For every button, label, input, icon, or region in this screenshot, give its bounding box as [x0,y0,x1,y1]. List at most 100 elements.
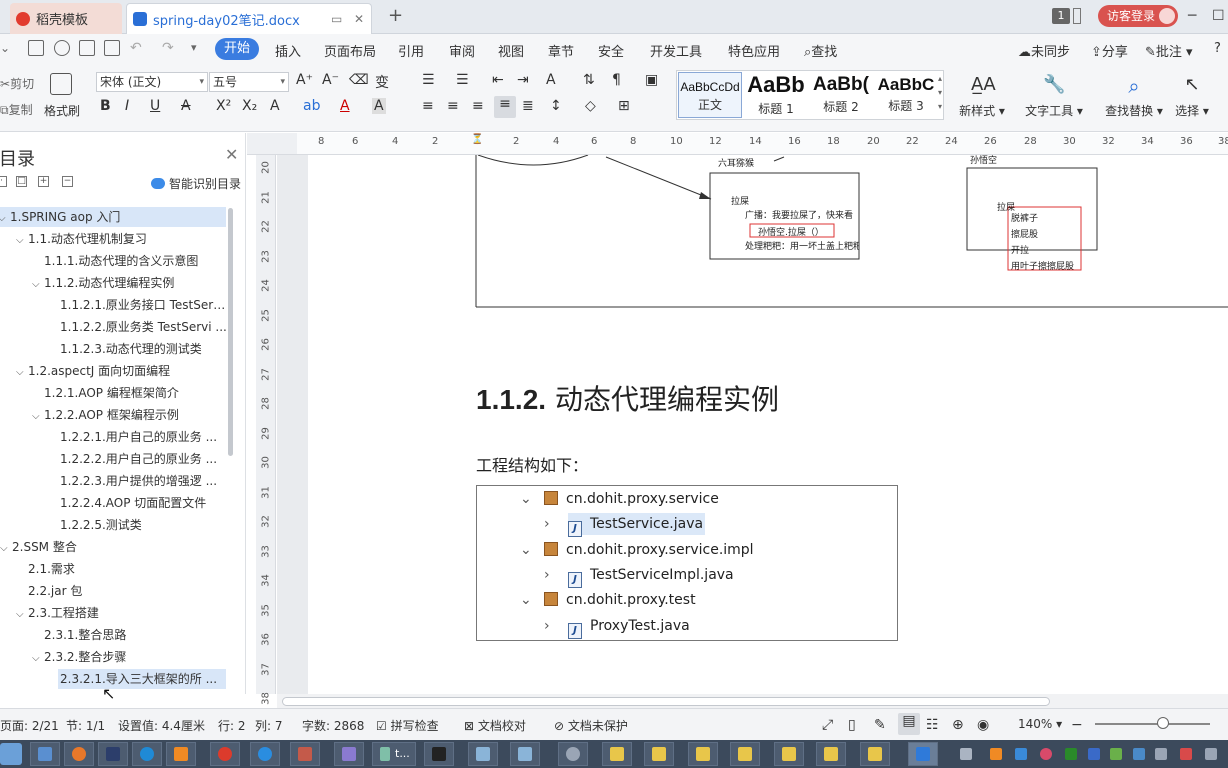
borders-icon[interactable]: ⊞ [618,98,630,114]
text-effect-icon[interactable]: A [270,98,280,114]
toc-item[interactable]: 1.1.2.3.动态代理的测试类 [60,339,228,359]
bluetooth-icon[interactable] [1088,748,1100,760]
proofread-button[interactable]: ⊠ 文档校对 [464,717,526,734]
page-view-icon[interactable]: ▤ [898,713,920,735]
font-size-select[interactable]: 五号 ▾ [209,72,289,92]
toc-item[interactable]: ⌵ 2.3.2.整合步骤 [32,647,228,667]
taskbar-chrome[interactable] [210,742,240,766]
maximize-icon[interactable]: ☐ [1212,8,1225,24]
toc-item[interactable]: ⌵ 1.2.2.AOP 框架编程示例 [32,405,228,425]
toc-item[interactable]: 1.2.2.5.测试类 [60,515,228,535]
sync-status[interactable]: ☁未同步 [1018,41,1070,60]
smart-toc-button[interactable]: 智能识别目录 [151,175,241,192]
chinese-layout-icon[interactable]: A [546,72,556,88]
toc-item[interactable]: ⌵ 1.1.2.动态代理编程实例 [32,273,228,293]
grow-font-icon[interactable]: A⁺ [296,72,313,88]
taskbar-app[interactable] [166,742,196,766]
tray-pink-icon[interactable] [1040,748,1052,760]
help-icon[interactable]: ? [1214,41,1221,56]
strikethrough-icon[interactable]: A [181,98,191,114]
taskbar-folder[interactable] [816,742,846,766]
toc-up-icon[interactable]: □ [16,176,27,187]
taskbar-web[interactable] [468,742,498,766]
web-view-icon[interactable]: ⊕ [952,717,964,733]
expand-icon[interactable]: + [38,176,49,187]
text-box-icon[interactable]: ▣ [645,72,658,88]
print-icon[interactable] [79,40,95,56]
format-painter-label[interactable]: 格式刷 [44,102,80,119]
new-style-button[interactable]: A̲A 新样式 ▾ [957,74,1007,119]
toc-item[interactable]: 1.1.2.1.原业务接口 TestSer ... [60,295,228,315]
tray-v-icon[interactable] [1065,748,1077,760]
read-mode-icon[interactable]: ▯ [848,717,856,733]
taskbar-eclipse[interactable] [98,742,128,766]
chevron-down-icon[interactable]: ⌵ [16,363,28,381]
align-center-icon[interactable]: ≡ [447,98,459,114]
taskbar-folder[interactable] [644,742,674,766]
tray-app-icon[interactable] [990,748,1002,760]
menu-reference[interactable]: 引用 [398,41,424,60]
font-color-icon[interactable]: A [340,98,350,114]
menu-developer[interactable]: 开发工具 [650,41,702,60]
line-spacing-icon[interactable]: ↕ [550,98,562,114]
taskbar-t[interactable]: t... [372,742,416,766]
decrease-indent-icon[interactable]: ⇤ [492,72,504,88]
toc-item[interactable]: ⌵1.SPRING aop 入门 [0,207,226,227]
toc-item[interactable]: 2.3.2.1.导入三大框架的所 ... [58,669,226,689]
shrink-font-icon[interactable]: A⁻ [322,72,339,88]
menu-review[interactable]: 审阅 [449,41,475,60]
style-heading-1[interactable]: AaBb 标题 1 [746,72,806,118]
menu-security[interactable]: 安全 [598,41,624,60]
toc-item[interactable]: 1.1.2.2.原业务类 TestServi ... [60,317,228,337]
shading-icon[interactable]: ◇ [585,98,596,114]
toc-item[interactable]: 1.2.2.4.AOP 切面配置文件 [60,493,228,513]
indent-marker-icon[interactable]: ⏳ [471,134,483,145]
taskbar-cmd[interactable] [424,742,454,766]
zoom-slider-thumb[interactable] [1156,717,1169,729]
menu-features[interactable]: 特色应用 [728,41,780,60]
tab-document[interactable]: spring-day02笔记.docx ▭ ✕ [126,3,372,34]
collapse-icon[interactable]: − [62,176,73,187]
chevron-down-icon[interactable]: ⌵ [16,231,28,249]
toc-item[interactable]: 2.2.jar 包 [28,581,228,601]
restore-tab-icon[interactable]: ▭ [331,12,342,26]
select-button[interactable]: ↖ 选择 ▾ [1172,74,1212,119]
toc-item[interactable]: 2.3.1.整合思路 [44,625,228,645]
toc-item[interactable]: ⌵ 1.2.aspectJ 面向切面编程 [16,361,228,381]
guest-login-button[interactable]: 访客登录 [1098,5,1178,27]
network-icon[interactable] [1155,748,1167,760]
toc-item[interactable]: 1.1.1.动态代理的含义示意图 [44,251,228,271]
volume-icon[interactable] [1205,748,1217,760]
taskbar-ie2[interactable] [250,742,280,766]
menu-chevron-icon[interactable]: ⌄ [0,41,10,57]
close-icon[interactable]: ✕ [225,145,238,164]
taskbar-folder[interactable] [730,742,760,766]
bold-icon[interactable]: B [100,98,111,114]
tray-box-icon[interactable] [1015,748,1027,760]
taskbar-pen[interactable] [334,742,364,766]
chevron-down-icon[interactable]: ⌵ [32,649,44,667]
toc-item[interactable]: 1.2.2.3.用户提供的增强逻 ... [60,471,228,491]
taskbar-web2[interactable] [510,742,540,766]
taskbar-gear[interactable] [558,742,588,766]
save-icon[interactable] [28,40,44,56]
find-replace-button[interactable]: ⌕ 查找替换 ▾ [1103,74,1165,119]
export-icon[interactable] [54,40,70,56]
zoom-out-icon[interactable]: − [1071,717,1083,733]
menu-insert[interactable]: 插入 [275,41,301,60]
menu-view[interactable]: 视图 [498,41,524,60]
toc-item[interactable]: 1.2.1.AOP 编程框架简介 [44,383,228,403]
cut-button[interactable]: ✂剪切 [0,75,34,92]
style-heading-3[interactable]: AaBbC 标题 3 [876,72,936,118]
tab-daoke-templates[interactable]: 稻壳模板 [10,3,122,34]
desktop-icon[interactable] [0,743,22,765]
window-list-icon[interactable] [1073,8,1081,24]
italic-icon[interactable]: I [125,98,129,114]
copy-button[interactable]: ⧉复制 [0,101,33,118]
style-heading-2[interactable]: AaBb( 标题 2 [811,72,871,118]
tray-blue-icon[interactable] [1133,748,1145,760]
align-left-icon[interactable]: ≡ [422,98,434,114]
toc-item[interactable]: 2.1.需求 [28,559,228,579]
zoom-level-select[interactable]: 140% ▾ [1018,717,1062,731]
taskbar-folder[interactable] [774,742,804,766]
